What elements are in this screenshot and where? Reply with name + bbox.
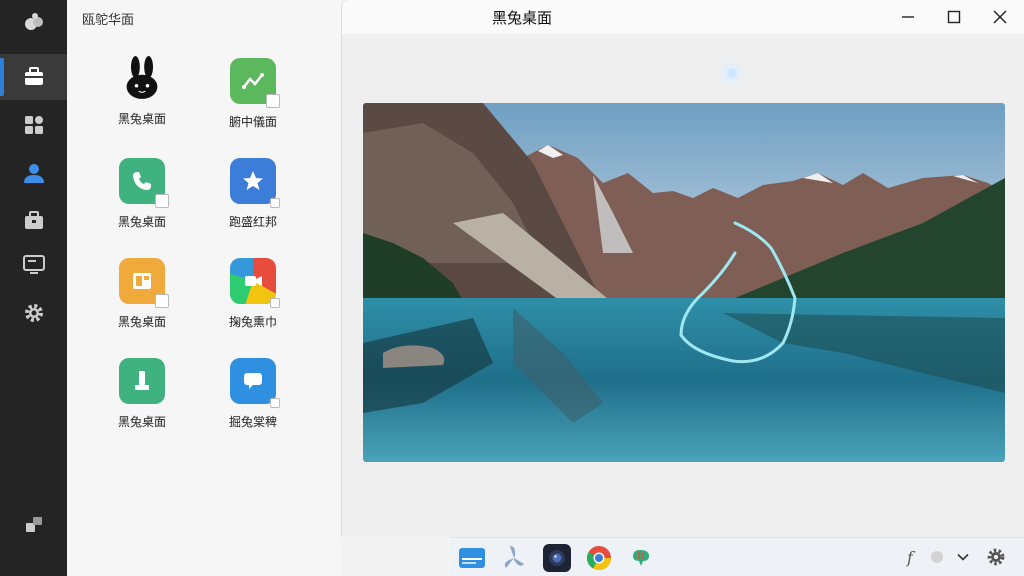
window-title: 黑兔桌面 [491, 9, 552, 27]
apps-grid-icon [24, 116, 43, 134]
sidebar-item-user[interactable] [0, 150, 67, 196]
app-tile[interactable]: 黑兔桌面 [92, 158, 192, 248]
puzzle-icon [25, 517, 42, 532]
sidebar-item-apps[interactable] [0, 102, 67, 148]
app-label: 黑兔桌面 [117, 415, 166, 429]
app-tile[interactable]: 黑兔桌面 [92, 358, 192, 448]
app-window: 黑兔桌面 [341, 0, 1024, 537]
app-label: 黑兔桌面 [117, 315, 166, 329]
sidebar-item-settings[interactable] [0, 290, 67, 336]
close-icon [993, 10, 1007, 24]
brain-icon[interactable] [627, 544, 655, 572]
maximize-icon [947, 10, 961, 24]
sidebar [0, 0, 67, 576]
app-label: 掘兔棠稗 [228, 415, 277, 429]
star-icon [230, 158, 280, 208]
sidebar-item-briefcase[interactable] [0, 198, 67, 244]
app-label: 黑兔桌面 [117, 215, 166, 229]
chevron-down-icon[interactable] [952, 546, 974, 568]
toolbox-icon [24, 67, 43, 85]
app-tile[interactable]: 掬兔熏巾 [203, 258, 303, 348]
tray-text[interactable]: f [904, 546, 916, 568]
app-panel: 瓯鸵华面 黑兔桌面 腑中儀面 黑兔桌面 跑盛红邦 黑兔桌面 掬兔熏巾 黑兔桌面 … [67, 0, 341, 576]
status-dot-icon[interactable] [926, 546, 948, 568]
sidebar-item-puzzle[interactable] [0, 502, 67, 548]
minimize-icon [902, 16, 914, 18]
camera-icon[interactable] [543, 544, 571, 572]
panel-title: 瓯鸵华面 [82, 13, 135, 28]
minimize-button[interactable] [885, 0, 931, 34]
taskbar: f [450, 537, 1024, 576]
app-tile[interactable]: 腑中儀面 [203, 58, 303, 148]
layout-icon [119, 258, 169, 308]
file-manager-icon[interactable] [458, 544, 486, 572]
app-tile[interactable]: 跑盛红邦 [203, 158, 303, 248]
app-label: 跑盛红邦 [228, 215, 277, 229]
video-icon [230, 258, 280, 308]
gear-icon[interactable] [984, 546, 1008, 568]
app-label: 腑中儀面 [228, 115, 277, 129]
briefcase-icon [24, 211, 43, 229]
usb-icon [119, 358, 165, 404]
app-label: 掬兔熏巾 [228, 315, 277, 329]
chrome-icon[interactable] [585, 544, 613, 572]
maximize-button[interactable] [931, 0, 977, 34]
landscape-photo [363, 103, 1005, 462]
monitor-icon [22, 255, 45, 274]
window-titlebar[interactable]: 黑兔桌面 [342, 0, 1024, 34]
app-label: 黑兔桌面 [117, 112, 166, 126]
sidebar-item-monitor[interactable] [0, 242, 67, 288]
cursor-glow [727, 68, 737, 78]
chat-icon [230, 358, 280, 408]
sidebar-item-toolbox[interactable] [0, 54, 67, 100]
app-tile[interactable]: 黑兔桌面 [92, 55, 192, 145]
user-icon [23, 164, 44, 183]
app-tile[interactable]: 黑兔桌面 [92, 258, 192, 348]
fan-icon[interactable] [500, 544, 528, 572]
route-icon [230, 58, 280, 108]
settings-icon [24, 304, 43, 322]
rabbit-icon [119, 55, 165, 101]
logo-icon[interactable] [0, 0, 67, 46]
app-tile[interactable]: 掘兔棠稗 [203, 358, 303, 448]
phone-icon [119, 158, 169, 208]
close-button[interactable] [977, 0, 1023, 34]
